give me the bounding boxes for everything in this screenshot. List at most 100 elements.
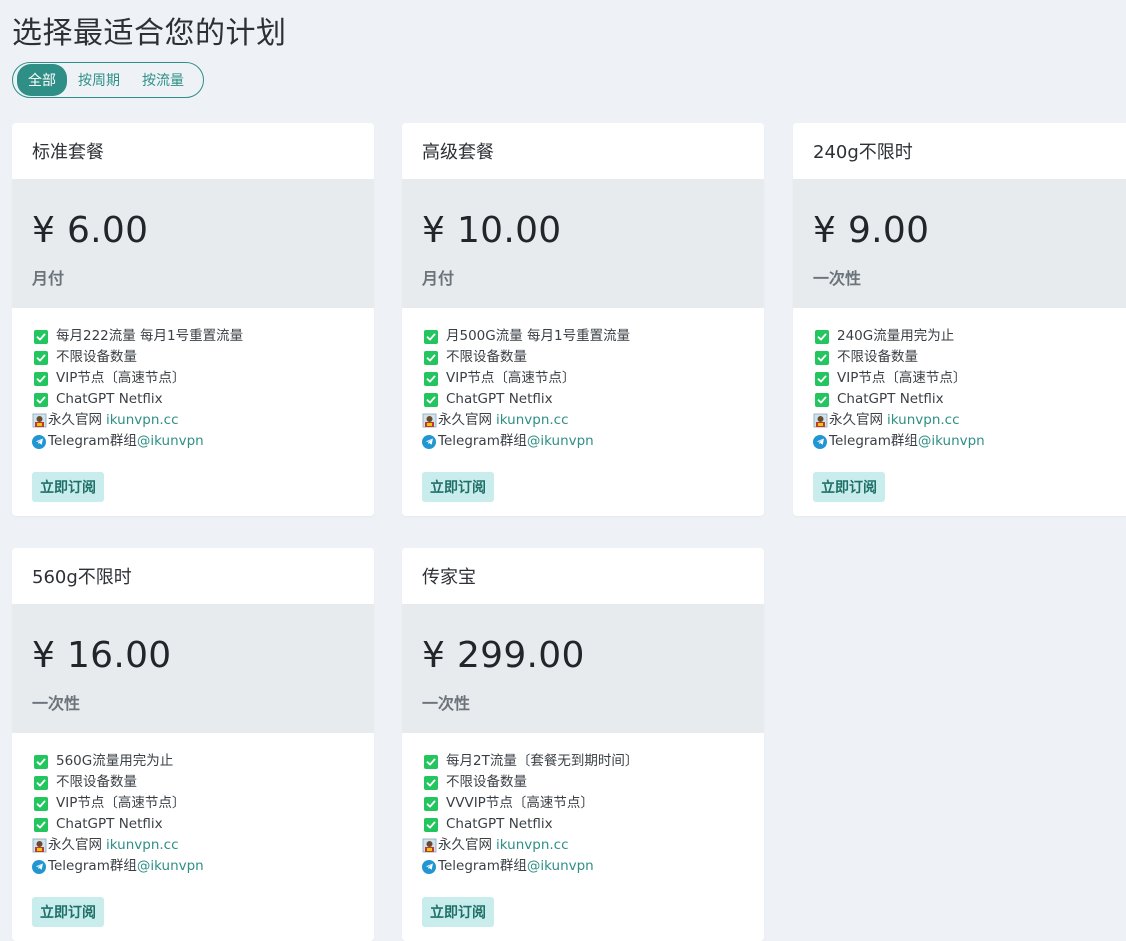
feature-text: 每月2T流量〔套餐无到期时间〕 <box>446 753 639 769</box>
tab-by-period[interactable]: 按周期 <box>67 64 131 96</box>
subscribe-button[interactable]: 立即订阅 <box>32 472 104 502</box>
telegram-label: Telegram群组 <box>438 433 527 449</box>
plan-name: 传家宝 <box>422 567 476 588</box>
billing-period: 月付 <box>422 269 455 288</box>
site-link[interactable]: ikunvpn.cc <box>106 835 179 856</box>
check-icon <box>424 817 438 832</box>
plan-card: 高级套餐 ¥ 10.00 月付 月500G流量 每月1号重置流量 不限设备数量 … <box>402 123 764 516</box>
site-icon <box>813 413 828 428</box>
subscribe-button[interactable]: 立即订阅 <box>422 472 494 502</box>
site-icon <box>32 413 47 428</box>
plan-name: 240g不限时 <box>813 142 913 163</box>
plan-price: ¥ 9.00 <box>813 210 930 251</box>
tab-by-traffic[interactable]: 按流量 <box>131 64 195 96</box>
site-link[interactable]: ikunvpn.cc <box>496 835 569 856</box>
feature-list: 每月2T流量〔套餐无到期时间〕 不限设备数量 VVVIP节点〔高速节点〕 Cha… <box>402 733 764 877</box>
check-icon <box>424 796 438 811</box>
tab-all[interactable]: 全部 <box>17 64 67 96</box>
plan-card: 560g不限时 ¥ 16.00 一次性 560G流量用完为止 不限设备数量 VI… <box>12 548 374 941</box>
feature-item: 月500G流量 每月1号重置流量 <box>422 326 764 347</box>
plan-name: 标准套餐 <box>32 142 104 163</box>
subscribe-button[interactable]: 立即订阅 <box>813 472 885 502</box>
feature-text: 560G流量用完为止 <box>56 753 174 769</box>
telegram-row: Telegram群组 @ikunvpn <box>813 431 1126 452</box>
site-icon <box>422 838 437 853</box>
feature-item: VIP节点〔高速节点〕 <box>422 368 764 389</box>
check-icon <box>34 817 48 832</box>
site-link[interactable]: ikunvpn.cc <box>496 410 569 431</box>
feature-text: ChatGPT Netflix <box>446 816 553 832</box>
telegram-label: Telegram群组 <box>438 858 527 874</box>
check-icon <box>34 329 48 344</box>
feature-text: VIP节点〔高速节点〕 <box>56 795 186 811</box>
telegram-link[interactable]: @ikunvpn <box>527 856 594 877</box>
telegram-link[interactable]: @ikunvpn <box>918 431 985 452</box>
feature-item: ChatGPT Netflix <box>422 814 764 835</box>
site-icon <box>422 413 437 428</box>
check-icon <box>34 371 48 386</box>
billing-period: 一次性 <box>813 269 862 288</box>
plan-price: ¥ 299.00 <box>422 635 585 676</box>
telegram-link[interactable]: @ikunvpn <box>137 431 204 452</box>
feature-list: 每月222流量 每月1号重置流量 不限设备数量 VIP节点〔高速节点〕 Chat… <box>12 308 374 452</box>
plan-price: ¥ 6.00 <box>32 210 149 251</box>
official-site-row: 永久官网 ikunvpn.cc <box>813 410 1126 431</box>
check-icon <box>34 775 48 790</box>
feature-item: VIP节点〔高速节点〕 <box>813 368 1126 389</box>
official-site-row: 永久官网 ikunvpn.cc <box>32 835 374 856</box>
feature-text: VIP节点〔高速节点〕 <box>446 370 576 386</box>
feature-item: 每月2T流量〔套餐无到期时间〕 <box>422 751 764 772</box>
plan-price: ¥ 16.00 <box>32 635 172 676</box>
check-icon <box>815 350 829 365</box>
telegram-row: Telegram群组 @ikunvpn <box>32 856 374 877</box>
feature-item: 560G流量用完为止 <box>32 751 374 772</box>
official-site-row: 永久官网 ikunvpn.cc <box>32 410 374 431</box>
price-panel: ¥ 16.00 一次性 <box>12 604 374 733</box>
subscribe-button[interactable]: 立即订阅 <box>422 897 494 927</box>
feature-text: 月500G流量 每月1号重置流量 <box>446 328 631 344</box>
check-icon <box>424 329 438 344</box>
price-panel: ¥ 10.00 月付 <box>402 179 764 308</box>
telegram-icon <box>32 859 46 874</box>
site-link[interactable]: ikunvpn.cc <box>106 410 179 431</box>
price-panel: ¥ 299.00 一次性 <box>402 604 764 733</box>
plan-filter-tabs: 全部 按周期 按流量 <box>12 62 204 98</box>
feature-item: 不限设备数量 <box>32 772 374 793</box>
feature-text: VVVIP节点〔高速节点〕 <box>446 795 594 811</box>
feature-item: 每月222流量 每月1号重置流量 <box>32 326 374 347</box>
plan-card: 240g不限时 ¥ 9.00 一次性 240G流量用完为止 不限设备数量 VIP… <box>793 123 1126 516</box>
feature-item: 不限设备数量 <box>422 772 764 793</box>
check-icon <box>424 754 438 769</box>
site-link[interactable]: ikunvpn.cc <box>887 410 960 431</box>
feature-text: 240G流量用完为止 <box>837 328 955 344</box>
site-label: 永久官网 <box>48 837 102 853</box>
plan-card: 标准套餐 ¥ 6.00 月付 每月222流量 每月1号重置流量 不限设备数量 V… <box>12 123 374 516</box>
telegram-icon <box>32 434 46 449</box>
telegram-row: Telegram群组 @ikunvpn <box>422 856 764 877</box>
telegram-label: Telegram群组 <box>829 433 918 449</box>
feature-list: 240G流量用完为止 不限设备数量 VIP节点〔高速节点〕 ChatGPT Ne… <box>793 308 1126 452</box>
feature-text: 不限设备数量 <box>446 349 527 365</box>
check-icon <box>424 350 438 365</box>
subscribe-button[interactable]: 立即订阅 <box>32 897 104 927</box>
check-icon <box>815 392 829 407</box>
plan-card: 传家宝 ¥ 299.00 一次性 每月2T流量〔套餐无到期时间〕 不限设备数量 … <box>402 548 764 941</box>
price-panel: ¥ 9.00 一次性 <box>793 179 1126 308</box>
telegram-link[interactable]: @ikunvpn <box>137 856 204 877</box>
telegram-icon <box>422 859 436 874</box>
billing-period: 一次性 <box>32 694 81 713</box>
official-site-row: 永久官网 ikunvpn.cc <box>422 835 764 856</box>
site-label: 永久官网 <box>438 837 492 853</box>
check-icon <box>34 392 48 407</box>
feature-text: 不限设备数量 <box>446 774 527 790</box>
feature-text: 不限设备数量 <box>56 349 137 365</box>
site-label: 永久官网 <box>438 412 492 428</box>
official-site-row: 永久官网 ikunvpn.cc <box>422 410 764 431</box>
plan-name: 高级套餐 <box>422 142 494 163</box>
telegram-link[interactable]: @ikunvpn <box>527 431 594 452</box>
plan-price: ¥ 10.00 <box>422 210 562 251</box>
site-label: 永久官网 <box>829 412 883 428</box>
feature-item: 不限设备数量 <box>813 347 1126 368</box>
page-title: 选择最适合您的计划 <box>12 16 287 51</box>
feature-text: ChatGPT Netflix <box>56 816 163 832</box>
